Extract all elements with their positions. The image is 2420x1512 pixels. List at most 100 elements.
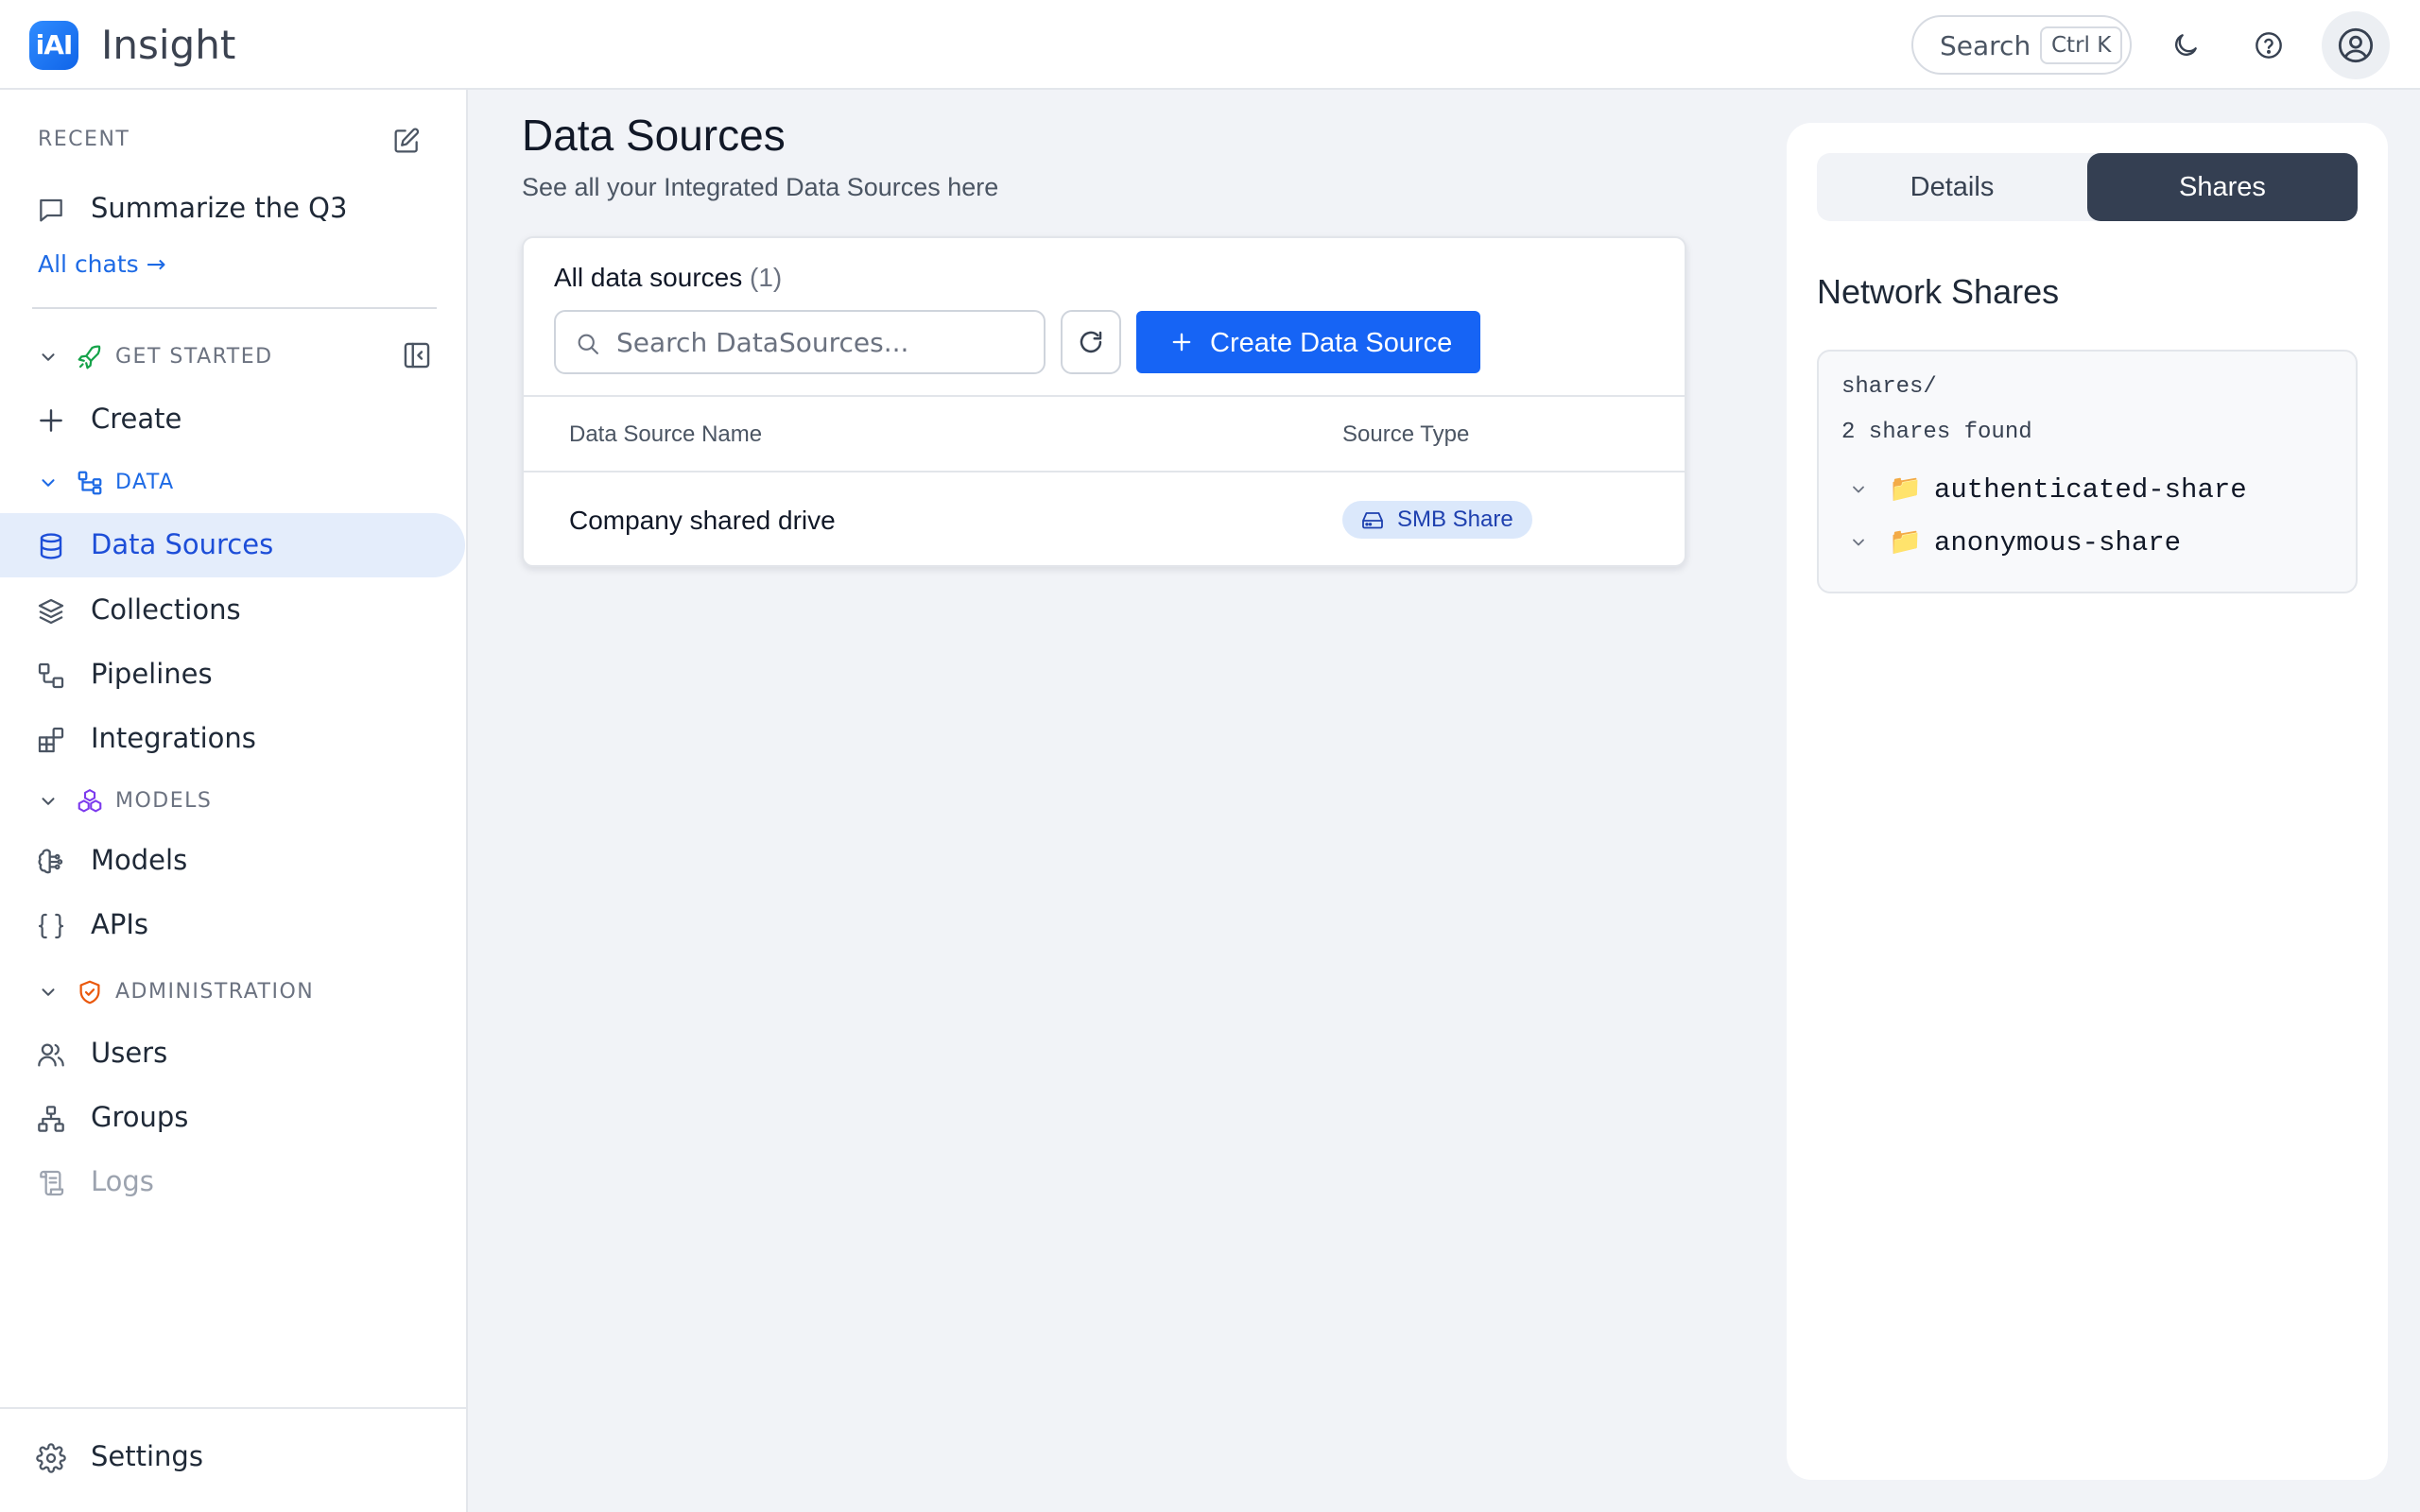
data-sources-card: All data sources (1) Create Data Source … (522, 236, 1686, 567)
theme-toggle-button[interactable] (2161, 21, 2210, 70)
shares-list: shares/ 2 shares found 📁 authenticated-s… (1817, 350, 2358, 593)
hard-drive-icon (1362, 512, 1383, 529)
brain-circuit-icon (38, 849, 63, 874)
grid-plus-icon (38, 727, 64, 753)
sidebar-item-settings[interactable]: Settings (0, 1425, 465, 1489)
data-tree-icon (78, 471, 102, 495)
column-header-name[interactable]: Data Source Name (569, 421, 762, 448)
datasource-search (554, 310, 1046, 374)
tab-details[interactable]: Details (1817, 153, 2087, 221)
sidebar-item-users[interactable]: Users (0, 1022, 465, 1086)
group-administration-label: ADMINISTRATION (115, 980, 315, 1004)
data-source-count: (1) (750, 263, 783, 292)
new-chat-button[interactable] (391, 126, 422, 156)
create-data-source-label: Create Data Source (1210, 328, 1453, 358)
panel-tabs: Details Shares (1817, 153, 2358, 221)
sidebar-item-data-sources[interactable]: Data Sources (0, 513, 465, 577)
global-search-button[interactable]: Search Ctrl K (1911, 15, 2132, 75)
sidebar-item-label: Pipelines (91, 658, 213, 690)
share-item[interactable]: 📁 authenticated-share (1819, 467, 2356, 512)
sidebar-item-apis[interactable]: APIs (0, 893, 465, 957)
shares-count: 2 shares found (1841, 420, 2032, 445)
group-get-started[interactable]: GET STARTED (0, 335, 465, 377)
sidebar-item-integrations[interactable]: Integrations (0, 707, 465, 771)
refresh-icon (1080, 331, 1102, 353)
all-chats-link[interactable]: All chats → (38, 250, 166, 278)
recent-section-label: RECENT (38, 128, 130, 151)
page-title: Data Sources (522, 111, 786, 160)
search-icon (578, 334, 598, 354)
chevron-down-icon (42, 798, 55, 805)
chevron-down-icon (1853, 539, 1864, 546)
sidebar-item-pipelines[interactable]: Pipelines (0, 643, 465, 707)
folder-icon: 📁 (1889, 525, 1922, 557)
group-get-started-label: GET STARTED (115, 345, 273, 369)
table-row[interactable]: Company shared drive SMB Share (524, 474, 1685, 565)
share-item[interactable]: 📁 anonymous-share (1819, 520, 2356, 565)
edit-icon (394, 128, 420, 153)
sidebar-item-create[interactable]: Create (0, 387, 465, 452)
sidebar-item-label: APIs (91, 908, 148, 940)
sidebar-item-label: Collections (91, 593, 241, 626)
sidebar-item-groups[interactable]: Groups (0, 1086, 465, 1150)
org-chart-icon (38, 1106, 64, 1132)
chevron-down-icon (42, 479, 55, 487)
users-icon (38, 1043, 64, 1067)
group-administration[interactable]: ADMINISTRATION (0, 971, 465, 1012)
source-type-label: SMB Share (1397, 507, 1513, 532)
group-models[interactable]: MODELS (0, 780, 465, 821)
sidebar-collapse-icon (404, 342, 430, 369)
help-circle-icon (2256, 32, 2282, 59)
sidebar-divider (32, 307, 437, 309)
help-button[interactable] (2244, 21, 2293, 70)
table-header: Data Source Name Source Type (524, 395, 1685, 472)
group-models-label: MODELS (115, 789, 213, 813)
search-shortcut: Ctrl K (2040, 26, 2123, 64)
sidebar-item-label: Create (91, 403, 182, 435)
user-circle-icon (2338, 27, 2374, 63)
group-data-label: DATA (115, 471, 175, 494)
share-name: authenticated-share (1934, 474, 2247, 506)
scroll-icon (40, 1170, 64, 1196)
datasource-search-input[interactable] (616, 321, 1032, 363)
plus-icon (40, 409, 62, 432)
group-data[interactable]: DATA (0, 461, 465, 503)
user-menu-button[interactable] (2322, 11, 2390, 79)
sidebar-item-label: Models (91, 844, 188, 876)
sidebar-item-label: Data Sources (91, 528, 274, 560)
column-header-type[interactable]: Source Type (1342, 421, 1469, 448)
top-bar: iAI Insight Search Ctrl K (0, 0, 2420, 90)
card-title: All data sources (1) (554, 263, 782, 293)
collapse-sidebar-button[interactable] (401, 339, 433, 371)
chevron-down-icon (1853, 486, 1864, 493)
sidebar-item-models[interactable]: Models (0, 829, 465, 893)
source-type-badge: SMB Share (1342, 501, 1532, 539)
sidebar-item-label: Settings (91, 1440, 203, 1472)
chat-bubble-icon (40, 198, 62, 222)
create-data-source-button[interactable]: Create Data Source (1136, 311, 1480, 373)
app-logo[interactable]: iAI (29, 21, 78, 70)
card-title-text: All data sources (554, 263, 743, 292)
plus-icon (1172, 333, 1191, 352)
chevron-down-icon (42, 988, 55, 996)
page-subtitle: See all your Integrated Data Sources her… (522, 173, 999, 201)
data-source-name: Company shared drive (569, 506, 836, 535)
recent-chat-item[interactable]: Summarize the Q3 (0, 177, 465, 241)
sidebar-item-label: Logs (91, 1165, 154, 1197)
recent-chat-label: Summarize the Q3 (91, 192, 348, 224)
moon-icon (2175, 34, 2197, 56)
app-title: Insight (101, 22, 236, 68)
refresh-button[interactable] (1061, 310, 1121, 374)
sidebar-item-label: Integrations (91, 722, 256, 754)
details-panel: Details Shares Network Shares shares/ 2 … (1787, 123, 2388, 1480)
network-shares-title: Network Shares (1817, 272, 2060, 311)
sidebar-footer-divider (0, 1407, 466, 1409)
rocket-icon (78, 345, 101, 369)
sidebar-item-collections[interactable]: Collections (0, 578, 465, 643)
tab-shares[interactable]: Shares (2087, 153, 2358, 221)
sidebar: RECENT Summarize the Q3 All chats → GET … (0, 90, 468, 1512)
database-icon (40, 533, 62, 559)
sidebar-item-logs[interactable]: Logs (0, 1150, 465, 1214)
sidebar-item-label: Users (91, 1037, 168, 1069)
sidebar-item-label: Groups (91, 1101, 189, 1133)
